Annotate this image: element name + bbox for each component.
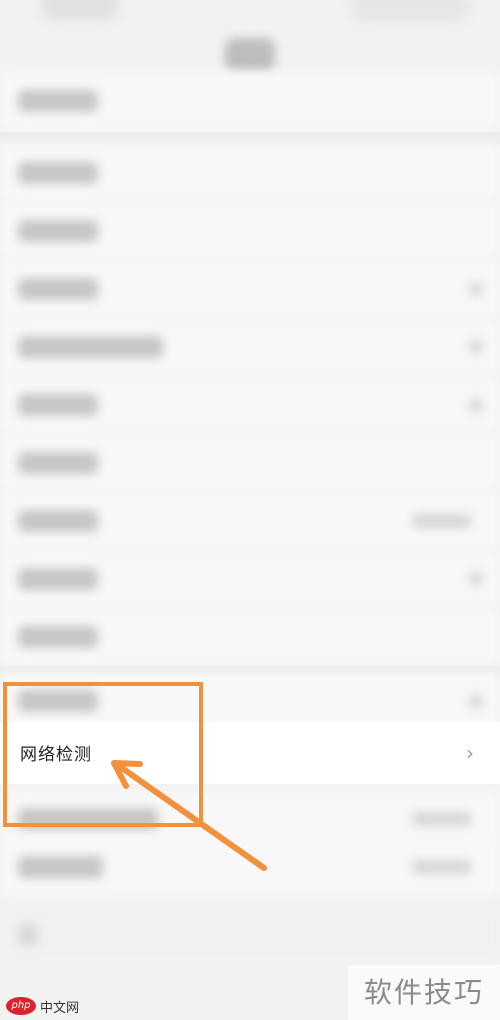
list-item[interactable] (0, 144, 500, 202)
section-divider (0, 132, 500, 144)
php-cn-watermark: php 中文网 (0, 992, 85, 1020)
bottom-bar: php 中文网 软件技巧 (0, 965, 500, 1020)
php-logo-icon: php (6, 997, 36, 1015)
highlight-box (3, 682, 203, 827)
list-item[interactable] (0, 376, 500, 434)
chevron-right-icon: › (466, 741, 474, 765)
action-button-blurred[interactable] (350, 0, 470, 22)
list-item (0, 906, 500, 956)
list-item[interactable] (0, 202, 500, 260)
list-item[interactable] (0, 318, 500, 376)
list-item[interactable] (0, 260, 500, 318)
list-item[interactable] (0, 434, 500, 492)
list-item[interactable] (0, 608, 500, 666)
list-item[interactable] (0, 838, 500, 896)
software-tips-watermark: 软件技巧 (348, 965, 500, 1020)
list-item[interactable] (0, 72, 500, 130)
back-button-blurred[interactable] (40, 0, 120, 20)
page-title-blurred (225, 38, 275, 72)
watermark-site-text: 中文网 (40, 1000, 80, 1016)
list-item[interactable] (0, 492, 500, 550)
list-item[interactable] (0, 550, 500, 608)
